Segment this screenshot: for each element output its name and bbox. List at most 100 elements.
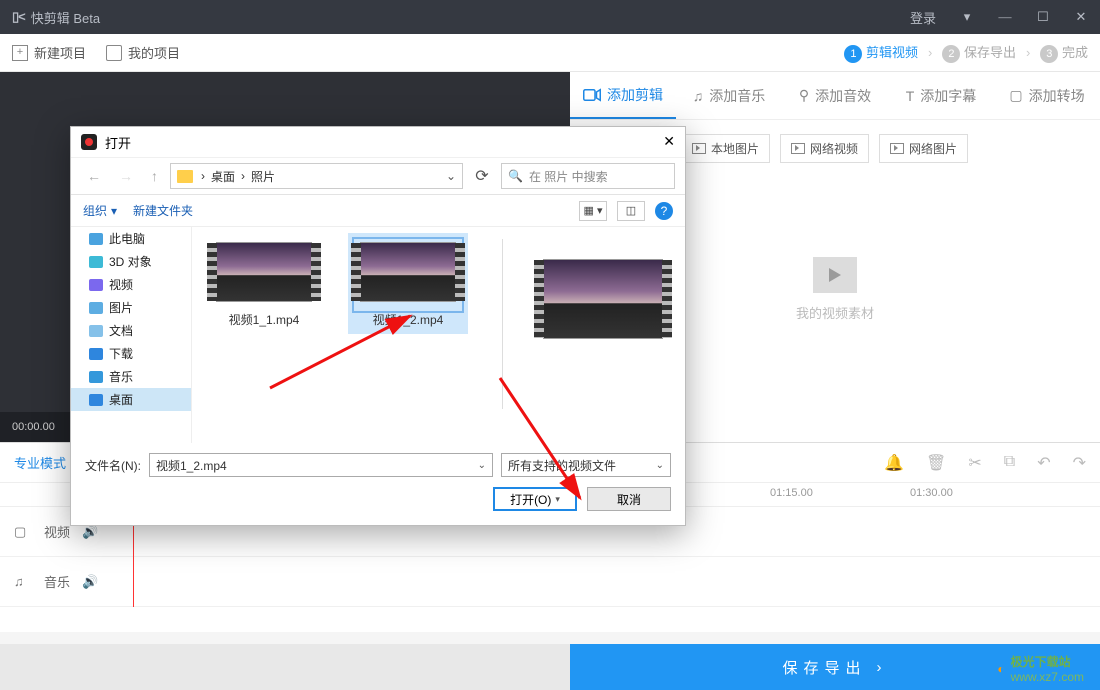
- video-placeholder-icon: [813, 257, 857, 293]
- footer-prev[interactable]: [0, 644, 570, 690]
- preview-pane-button[interactable]: ◫: [617, 201, 645, 221]
- dialog-titlebar: 打开 ✕: [71, 127, 685, 157]
- nav-up-button[interactable]: ↑: [145, 168, 164, 184]
- file-name: 视频1_1.mp4: [204, 311, 324, 328]
- filetype-select[interactable]: 所有支持的视频文件⌄: [501, 453, 671, 477]
- search-placeholder: 在 照片 中搜索: [529, 168, 608, 185]
- step-1: 1 剪辑视频: [844, 42, 918, 63]
- cube-icon: [89, 256, 103, 268]
- plus-icon: +: [12, 45, 28, 61]
- refresh-button[interactable]: ⟳: [469, 163, 495, 189]
- play-icon: [890, 143, 904, 154]
- net-video-button[interactable]: 网络视频: [780, 134, 869, 163]
- chevron-down-icon: ▾: [111, 204, 117, 218]
- filename-label: 文件名(N):: [85, 457, 141, 474]
- tab-add-subtitle[interactable]: T添加字幕: [888, 72, 994, 119]
- redo-icon[interactable]: ↷: [1073, 453, 1086, 473]
- steps: 1 剪辑视频 › 2 保存导出 › 3 完成: [844, 42, 1088, 63]
- tab-add-edit[interactable]: 添加剪辑: [570, 72, 676, 119]
- chevron-right-icon: ›: [877, 659, 888, 676]
- speaker-icon[interactable]: 🔊: [82, 574, 98, 590]
- documents-icon: [89, 325, 103, 337]
- track-music[interactable]: ♫ 音乐 🔊: [0, 557, 1100, 607]
- path-seg-photos[interactable]: 照片: [251, 168, 275, 185]
- tab-add-sfx[interactable]: ⚲添加音效: [782, 72, 888, 119]
- new-folder-button[interactable]: 新建文件夹: [133, 202, 193, 219]
- dialog-close-button[interactable]: ✕: [663, 134, 675, 151]
- undo-icon[interactable]: ↶: [1037, 453, 1050, 473]
- step-3: 3 完成: [1040, 42, 1088, 63]
- help-button[interactable]: ?: [655, 202, 673, 220]
- net-image-button[interactable]: 网络图片: [879, 134, 968, 163]
- trash-icon[interactable]: 🗑: [926, 453, 946, 473]
- cut-icon[interactable]: ✂: [968, 453, 981, 473]
- path-seg-desktop[interactable]: 桌面: [211, 168, 235, 185]
- camera-icon: ▢: [14, 524, 32, 540]
- text-icon: T: [906, 88, 915, 104]
- play-icon: [791, 143, 805, 154]
- chevron-down-icon[interactable]: ⌄: [478, 460, 486, 471]
- path-sep: ›: [201, 169, 205, 183]
- my-projects-label: 我的项目: [128, 43, 180, 62]
- file-item-selected[interactable]: 视频1_2.mp4: [348, 233, 468, 334]
- pc-icon: [89, 233, 103, 245]
- camera-icon: [583, 88, 601, 102]
- minimize-button[interactable]: —: [998, 9, 1012, 25]
- bell-icon[interactable]: 🔔: [884, 453, 904, 473]
- brand-logo-icon: ▯<: [12, 9, 25, 25]
- cancel-button[interactable]: 取消: [587, 487, 671, 511]
- nav-downloads[interactable]: 下载: [71, 342, 191, 365]
- new-project-button[interactable]: + 新建项目: [12, 43, 86, 62]
- chevron-down-icon: ▾: [555, 494, 560, 505]
- pictures-icon: [89, 302, 103, 314]
- dropdown-icon[interactable]: ▾: [960, 9, 974, 25]
- dialog-navbar: ← → ↑ › 桌面 › 照片 ⌄ ⟳ 🔍 在 照片 中搜索: [71, 157, 685, 195]
- maximize-button[interactable]: ☐: [1036, 9, 1050, 25]
- nav-forward-button[interactable]: →: [113, 168, 139, 184]
- dialog-navpane[interactable]: 此电脑 3D 对象 视频 图片 文档 下载 音乐 桌面: [71, 227, 192, 443]
- nav-pictures[interactable]: 图片: [71, 296, 191, 319]
- chevron-down-icon[interactable]: ⌄: [656, 460, 664, 471]
- filename-input[interactable]: 视频1_2.mp4⌄: [149, 453, 493, 477]
- nav-music[interactable]: 音乐: [71, 365, 191, 388]
- top-menu: + 新建项目 我的项目 1 剪辑视频 › 2 保存导出 › 3 完成: [0, 34, 1100, 72]
- close-button[interactable]: ✕: [1074, 9, 1088, 25]
- nav-this-pc[interactable]: 此电脑: [71, 227, 191, 250]
- watermark: ◐ 极光下载站www.xz7.com: [997, 653, 1084, 684]
- open-button[interactable]: 打开(O) ▾: [493, 487, 577, 511]
- nav-desktop[interactable]: 桌面: [71, 388, 191, 411]
- organize-menu[interactable]: 组织 ▾: [83, 202, 117, 219]
- music-icon: [89, 371, 103, 383]
- nav-back-button[interactable]: ←: [81, 168, 107, 184]
- search-input[interactable]: 🔍 在 照片 中搜索: [501, 163, 675, 189]
- pro-mode-link[interactable]: 专业模式: [14, 453, 66, 472]
- video-thumb-icon: [543, 259, 663, 339]
- preview-time: 00:00.00: [12, 421, 55, 433]
- music-note-icon: ♫: [693, 88, 704, 104]
- nav-3d-objects[interactable]: 3D 对象: [71, 250, 191, 273]
- file-item[interactable]: 视频1_1.mp4: [204, 239, 324, 328]
- view-mode-button[interactable]: ▦ ▾: [579, 201, 607, 221]
- path-box[interactable]: › 桌面 › 照片 ⌄: [170, 163, 463, 189]
- brand: ▯< 快剪辑 Beta: [12, 8, 100, 27]
- folder-icon: [177, 170, 193, 183]
- desktop-icon: [89, 394, 103, 406]
- chevron-down-icon[interactable]: ⌄: [446, 169, 456, 183]
- sfx-icon: ⚲: [799, 87, 809, 104]
- nav-videos[interactable]: 视频: [71, 273, 191, 296]
- path-sep: ›: [241, 169, 245, 183]
- titlebar: ▯< 快剪辑 Beta 登录 ▾ — ☐ ✕: [0, 0, 1100, 34]
- login-link[interactable]: 登录: [910, 8, 936, 27]
- file-list-pane[interactable]: 视频1_1.mp4 视频1_2.mp4: [192, 227, 685, 443]
- transition-icon: ▢: [1009, 87, 1022, 104]
- tab-add-music[interactable]: ♫添加音乐: [676, 72, 782, 119]
- nav-documents[interactable]: 文档: [71, 319, 191, 342]
- play-icon: [692, 143, 706, 154]
- tab-add-transition[interactable]: ▢添加转场: [994, 72, 1100, 119]
- my-projects-button[interactable]: 我的项目: [106, 43, 180, 62]
- local-image-button[interactable]: 本地图片: [681, 134, 770, 163]
- chevron-right-icon: ›: [1026, 45, 1030, 60]
- copy-icon[interactable]: ⧉: [1004, 453, 1015, 473]
- dialog-toolbar: 组织 ▾ 新建文件夹 ▦ ▾ ◫ ?: [71, 195, 685, 227]
- video-thumb-icon: [360, 242, 456, 302]
